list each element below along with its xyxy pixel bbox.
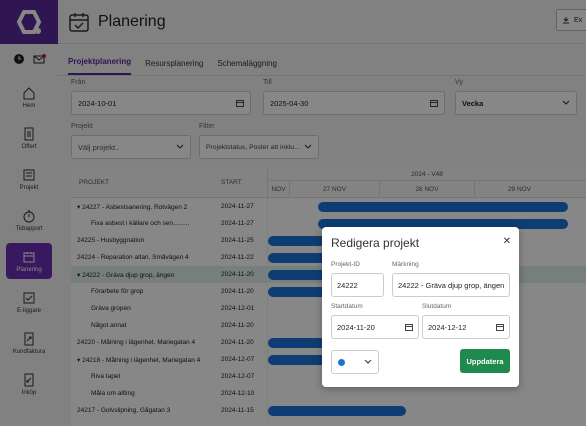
marking-label: Märkning <box>392 261 419 268</box>
end-date-value: 2024-12-12 <box>428 322 467 332</box>
end-date-label: Slutdatum <box>422 303 452 310</box>
project-id-value: 24222 <box>337 280 358 290</box>
calendar-icon <box>496 324 504 331</box>
end-date-field[interactable]: 2024-12-12 <box>422 315 510 339</box>
project-id-field[interactable]: 24222 <box>331 273 384 297</box>
update-button[interactable]: Uppdatera <box>460 349 510 373</box>
close-icon[interactable]: ✕ <box>503 236 511 247</box>
color-swatch <box>338 358 345 366</box>
chevron-down-icon <box>364 359 372 364</box>
modal-title: Redigera projekt <box>331 236 420 250</box>
start-date-field[interactable]: 2024-11-20 <box>331 315 419 339</box>
calendar-icon <box>405 324 413 331</box>
start-date-value: 2024-11-20 <box>337 322 375 332</box>
marking-field[interactable]: 24222 - Gräva djup grop, ängen <box>392 273 510 297</box>
marking-value: 24222 - Gräva djup grop, ängen <box>398 280 504 290</box>
edit-project-modal: Redigera projekt ✕ Projekt-ID 24222 Märk… <box>322 227 519 387</box>
project-id-label: Projekt-ID <box>331 261 360 268</box>
start-date-label: Startdatum <box>331 303 363 310</box>
color-picker[interactable] <box>331 350 379 374</box>
